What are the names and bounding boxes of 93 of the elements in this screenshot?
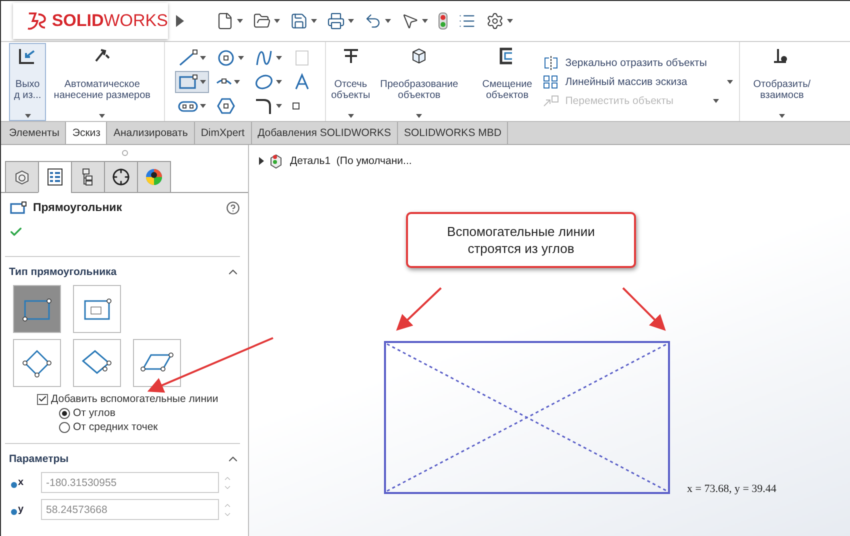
mirror-icon xyxy=(543,56,560,70)
caret-icon xyxy=(416,114,422,118)
caret-icon xyxy=(234,80,240,84)
ribbon-list-item[interactable]: Линейный массив эскиза xyxy=(543,74,688,88)
print-icon xyxy=(327,12,345,30)
toolbar-button[interactable] xyxy=(436,10,450,32)
radio-button[interactable] xyxy=(59,408,70,418)
caret-icon xyxy=(276,80,282,84)
panel-tab[interactable] xyxy=(38,161,72,193)
toolbar-button[interactable] xyxy=(325,10,356,32)
part-icon xyxy=(13,168,31,186)
coordinate-field[interactable]: -180.31530955 xyxy=(41,472,219,493)
list-icon xyxy=(458,12,476,30)
property-list-icon xyxy=(47,168,63,186)
linear-pattern-icon xyxy=(543,74,560,88)
coordinate-field[interactable]: 58.24573668 xyxy=(41,499,219,520)
circle-icon xyxy=(216,48,236,66)
radio-button[interactable] xyxy=(59,422,70,432)
save-icon xyxy=(290,12,308,30)
rectangle-type-button[interactable] xyxy=(13,339,61,387)
caret-icon xyxy=(348,19,354,23)
logo-mark-icon xyxy=(27,10,48,32)
checkbox[interactable] xyxy=(37,394,48,404)
caret-icon xyxy=(24,114,31,118)
pointer-arrow xyxy=(622,287,666,331)
rectangle-icon xyxy=(178,72,198,90)
caret-icon xyxy=(274,19,280,23)
caret-icon xyxy=(727,80,734,84)
undo-icon xyxy=(364,12,382,30)
tree-item[interactable]: Деталь1 (По умолчани... xyxy=(290,155,412,167)
ok-check-icon[interactable] xyxy=(9,225,23,239)
caret-icon xyxy=(99,114,106,118)
caret-icon xyxy=(348,114,354,118)
caret-icon xyxy=(200,56,206,60)
expand-arrow-icon[interactable] xyxy=(259,157,264,165)
caret-icon xyxy=(311,19,317,23)
section-title: Тип прямоугольника xyxy=(9,266,117,278)
panel-tab[interactable] xyxy=(71,161,105,193)
rectangle-icon xyxy=(9,201,27,215)
cursor-icon xyxy=(401,12,419,30)
panel-tab[interactable] xyxy=(137,161,171,193)
ribbon-tab[interactable]: Эскиз xyxy=(66,122,108,144)
traffic-light-icon xyxy=(438,12,448,30)
caret-icon xyxy=(276,56,282,60)
rectangle-type-button[interactable] xyxy=(73,285,121,333)
move-icon xyxy=(543,94,560,108)
offset-button[interactable]: Смещение объектов xyxy=(477,43,538,121)
caret-icon xyxy=(713,98,720,102)
point-icon xyxy=(292,102,300,110)
logo-text: SOLIDWORKS xyxy=(52,11,168,31)
panel-tab[interactable] xyxy=(5,161,39,193)
caret-icon xyxy=(200,104,206,108)
caret-icon xyxy=(238,56,244,60)
pointer-arrow xyxy=(396,287,442,331)
expand-arrow-icon[interactable] xyxy=(176,15,184,27)
panel-handle[interactable] xyxy=(122,150,128,156)
help-icon[interactable] xyxy=(226,201,240,215)
sketch-tool-button[interactable] xyxy=(175,70,210,92)
callout-text: Вспомогательные линии строятся из углов xyxy=(447,223,595,257)
folder-icon xyxy=(253,12,271,30)
settings-icon xyxy=(486,12,504,30)
exit-sketch-button[interactable]: Выхо д из... xyxy=(9,43,46,121)
caret-icon xyxy=(422,19,428,23)
line-icon xyxy=(178,48,198,66)
axis-label: x xyxy=(11,477,37,488)
auto-dimension-button[interactable]: Автоматическое нанесение размеров xyxy=(46,43,158,121)
ellipse-icon xyxy=(254,72,274,90)
panel-title: Прямоугольник xyxy=(33,202,123,214)
trim-button[interactable]: Отсечь объекты xyxy=(326,43,376,121)
caret-icon xyxy=(778,114,785,118)
section-title: Параметры xyxy=(9,453,69,465)
caret-icon xyxy=(237,19,243,23)
rectangle-type-button[interactable] xyxy=(133,339,181,387)
crosshair-icon xyxy=(112,168,130,186)
color-ball-icon xyxy=(145,168,163,186)
radio-label: От углов xyxy=(73,407,116,419)
new-document-icon xyxy=(216,12,234,30)
panel-tab[interactable] xyxy=(104,161,138,193)
spline-icon xyxy=(254,48,274,66)
caret-icon xyxy=(385,19,391,23)
polygon-icon xyxy=(216,96,236,114)
checkbox-label: Добавить вспомогательные линии xyxy=(51,393,218,405)
caret-icon xyxy=(276,104,282,108)
ribbon-list-item[interactable]: Зеркально отразить объекты xyxy=(543,56,707,70)
arc-slot-icon xyxy=(216,77,232,86)
axis-label: y xyxy=(11,504,37,515)
caret-icon xyxy=(200,80,206,84)
cursor-coordinates: x = 73.68, y = 39.44 xyxy=(687,483,776,495)
rectangle-type-button[interactable] xyxy=(73,339,121,387)
caret-icon xyxy=(507,19,513,23)
display-relations-button[interactable]: Отобразить/ взаимосв xyxy=(748,43,816,121)
radio-label: От средних точек xyxy=(73,421,158,433)
convert-button[interactable]: Преобразование объектов xyxy=(375,43,464,121)
